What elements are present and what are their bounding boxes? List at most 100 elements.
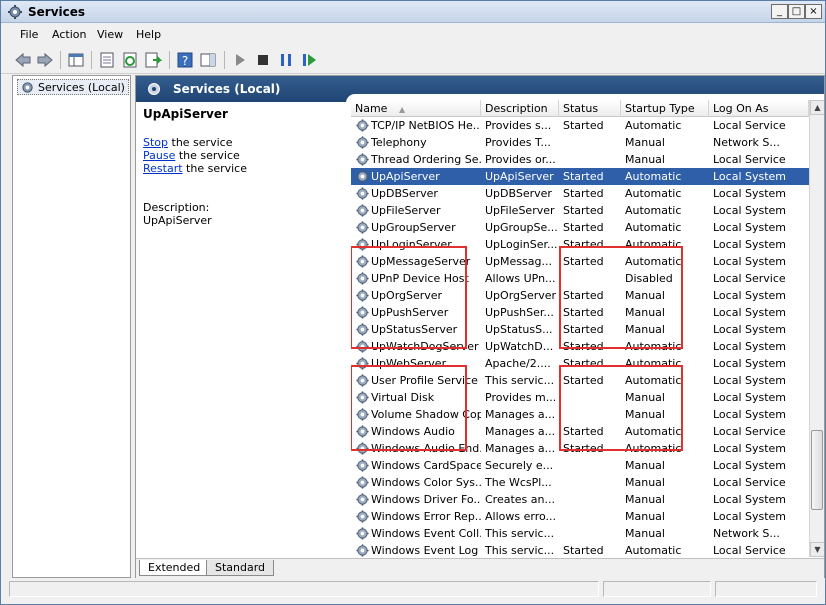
service-row[interactable]: Virtual Disk Provides m... Manual Local Sys… (351, 389, 809, 406)
service-log-on-as: Local System (713, 221, 787, 234)
service-startup-type: Manual (625, 153, 665, 166)
tree-item-services-local[interactable]: Services (Local) (17, 79, 129, 95)
tab-standard[interactable]: Standard (206, 560, 275, 576)
pause-service-icon[interactable] (277, 51, 295, 69)
show-hide-action-pane-icon[interactable] (199, 51, 217, 69)
column-header-description[interactable]: Description (481, 100, 559, 117)
service-status (563, 153, 619, 167)
refresh-icon[interactable] (121, 51, 139, 69)
service-row[interactable]: UpMessageServer UpMessag... Started Automat… (351, 253, 809, 270)
service-row[interactable]: Windows Event Coll... This servic... Manua… (351, 525, 809, 542)
menu-action[interactable]: Action (52, 28, 86, 41)
service-log-on-as: Local Service (713, 119, 786, 132)
toolbar: ? (1, 46, 825, 74)
export-list-icon[interactable] (144, 51, 162, 69)
service-row[interactable]: UPnP Device Host Allows UPn... Disabled Loc… (351, 270, 809, 287)
menu-help[interactable]: Help (136, 28, 161, 41)
service-row[interactable]: Thread Ordering Se... Provides or... Manua… (351, 151, 809, 168)
service-status (563, 459, 619, 473)
restart-service-icon[interactable] (300, 51, 318, 69)
column-header-status[interactable]: Status (559, 100, 621, 117)
stop-service-icon[interactable] (254, 51, 272, 69)
service-log-on-as: Local System (713, 170, 787, 183)
service-status (563, 391, 619, 405)
title-bar[interactable]: Services _ □ × (1, 1, 825, 23)
service-description: Securely e... (485, 459, 554, 472)
column-header-log-on-as[interactable]: Log On As (709, 100, 809, 117)
service-status: Started (563, 425, 604, 438)
vertical-scrollbar[interactable]: ▲ ▼ (809, 100, 824, 557)
service-name: Windows Color Sys... (371, 476, 481, 489)
maximize-button[interactable]: □ (788, 4, 805, 19)
close-button[interactable]: × (805, 4, 822, 19)
minimize-button[interactable]: _ (771, 4, 788, 19)
scrollbar-thumb[interactable] (811, 430, 823, 510)
forward-icon[interactable] (36, 51, 54, 69)
service-row[interactable]: UpGroupServer UpGroupSe... Started Automati… (351, 219, 809, 236)
service-row[interactable]: TCP/IP NetBIOS He... Provides s... Started… (351, 117, 809, 134)
window-title: Services (28, 5, 86, 19)
service-status: Started (563, 187, 604, 200)
service-log-on-as: Local Service (713, 476, 786, 489)
start-service-icon[interactable] (231, 51, 249, 69)
service-row[interactable]: Windows Color Sys... The WcsPl... Manual Lo… (351, 474, 809, 491)
service-name: Telephony (371, 136, 427, 149)
pane-header: Services (Local) (136, 76, 824, 103)
svg-text:?: ? (182, 54, 188, 68)
service-description: UpFileServer (485, 204, 555, 217)
tab-extended[interactable]: Extended (139, 560, 210, 576)
service-name: User Profile Service (371, 374, 478, 387)
pause-service-link[interactable]: Pause (143, 149, 175, 162)
service-gear-icon (356, 459, 369, 472)
service-row[interactable]: Windows Error Rep... Allows erro... Manual… (351, 508, 809, 525)
service-log-on-as: Local System (713, 391, 787, 404)
service-row[interactable]: Windows Driver Fo... Creates an... Manual L… (351, 491, 809, 508)
service-startup-type: Automatic (625, 187, 682, 200)
properties-icon[interactable] (98, 51, 116, 69)
service-status: Started (563, 306, 604, 319)
service-row[interactable]: Volume Shadow Copy Manages a... Manual Loca… (351, 406, 809, 423)
column-header-name[interactable]: Name ▲ (351, 100, 481, 117)
menu-file[interactable]: File (20, 28, 38, 41)
service-row[interactable]: User Profile Service This servic... Starte… (351, 372, 809, 389)
service-description: Allows UPn... (485, 272, 556, 285)
service-description: UpApiServer (485, 170, 554, 183)
stop-service-link[interactable]: Stop (143, 136, 168, 149)
service-row[interactable]: UpFileServer UpFileServer Started Automatic… (351, 202, 809, 219)
service-row[interactable]: Windows Event Log This servic... Started Au… (351, 542, 809, 557)
service-row[interactable]: UpOrgServer UpOrgServer Started Manual Local… (351, 287, 809, 304)
service-startup-type: Automatic (625, 340, 682, 353)
service-row[interactable]: UpWebServer Apache/2.... Started Automatic L… (351, 355, 809, 372)
service-description: UpStatusS... (485, 323, 553, 336)
service-gear-icon (356, 255, 369, 268)
service-startup-type: Automatic (625, 544, 682, 557)
help-icon[interactable]: ? (176, 51, 194, 69)
service-row[interactable]: UpWatchDogServer UpWatchD... Started Automa… (351, 338, 809, 355)
scroll-up-icon[interactable]: ▲ (810, 100, 824, 115)
service-row[interactable]: UpPushServer UpPushSer... Started Manual Loc… (351, 304, 809, 321)
restart-service-link[interactable]: Restart (143, 162, 183, 175)
service-row[interactable]: UpStatusServer UpStatusS... Started Manual L… (351, 321, 809, 338)
service-gear-icon (356, 289, 369, 302)
service-name: Windows CardSpace (371, 459, 481, 472)
service-gear-icon (356, 136, 369, 149)
menu-view[interactable]: View (97, 28, 123, 41)
service-name: UpLoginServer (371, 238, 452, 251)
service-row[interactable]: Telephony Provides T... Manual Network S... (351, 134, 809, 151)
service-log-on-as: Local System (713, 459, 787, 472)
scroll-down-icon[interactable]: ▼ (810, 542, 824, 557)
service-row[interactable]: UpApiServer UpApiServer Started Automatic Lo… (351, 168, 809, 185)
show-hide-tree-icon[interactable] (67, 51, 85, 69)
service-row[interactable]: Windows Audio End... Manages a... Started A… (351, 440, 809, 457)
service-log-on-as: Local System (713, 374, 787, 387)
service-startup-type: Automatic (625, 204, 682, 217)
service-row[interactable]: Windows Audio Manages a... Started Automati… (351, 423, 809, 440)
column-header-startup-type[interactable]: Startup Type (621, 100, 709, 117)
status-panel (715, 581, 817, 597)
back-icon[interactable] (14, 51, 32, 69)
service-gear-icon (356, 306, 369, 319)
service-description: This servic... (485, 374, 555, 387)
service-row[interactable]: UpLoginServer UpLoginSer... Started Automat… (351, 236, 809, 253)
service-row[interactable]: Windows CardSpace Securely e... Manual Loca… (351, 457, 809, 474)
service-row[interactable]: UpDBServer UpDBServer Started Automatic Loca… (351, 185, 809, 202)
